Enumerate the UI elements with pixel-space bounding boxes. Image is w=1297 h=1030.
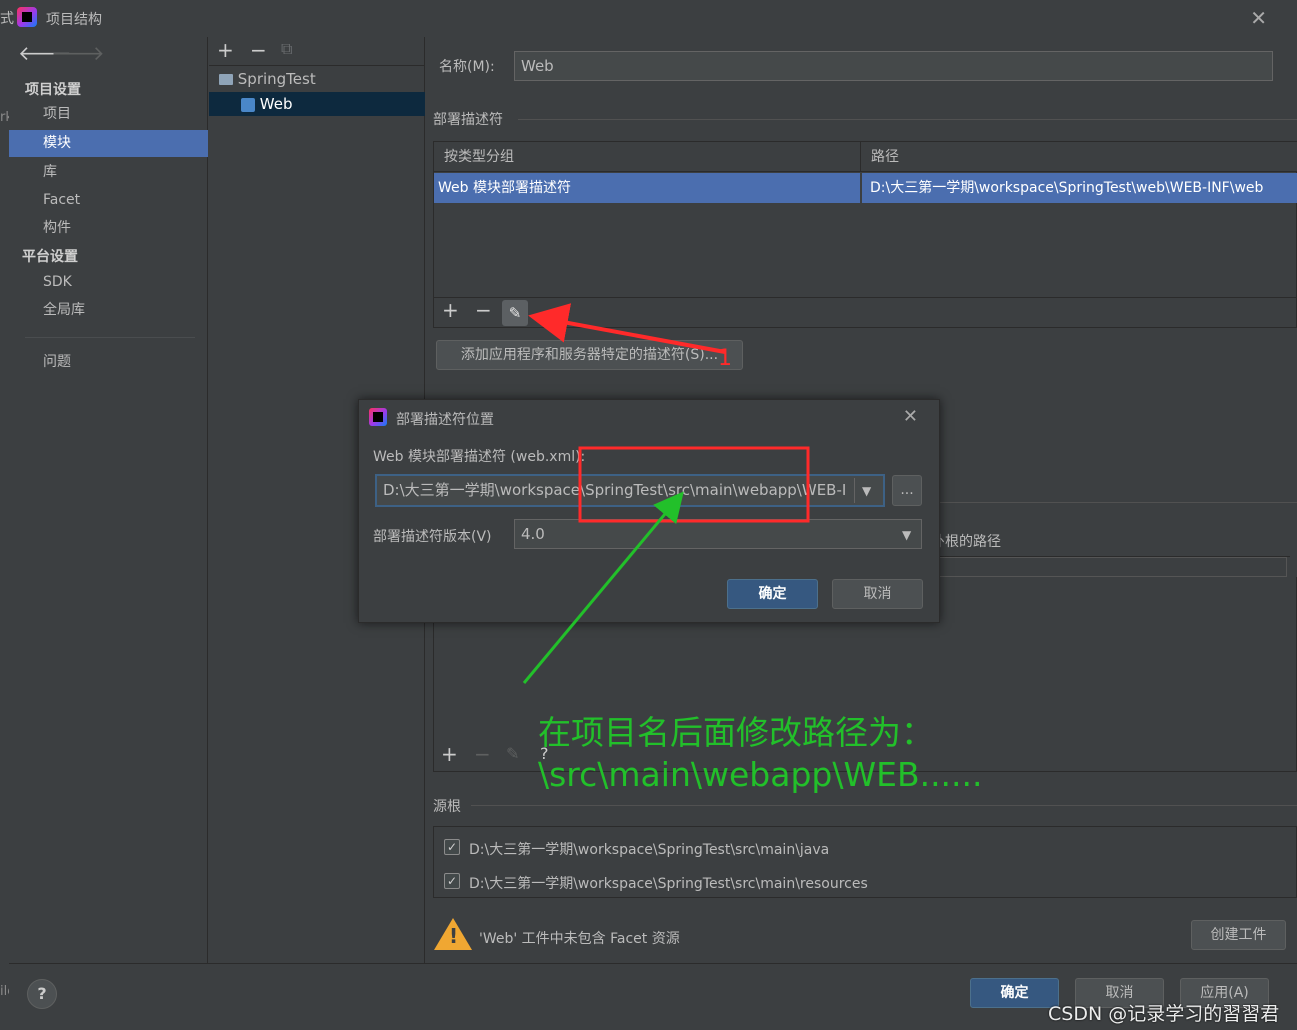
- annotation-instruction-line2: \src\main\webapp\WEB......: [538, 755, 983, 794]
- red-arrow: [528, 303, 726, 354]
- red-highlight-box: [578, 446, 810, 523]
- annotation-overlay: [522, 303, 810, 684]
- annotation-number: 1: [718, 346, 732, 371]
- watermark: CSDN @记录学习的習習君: [1048, 1003, 1280, 1025]
- green-arrow: [522, 491, 684, 684]
- annotation-instruction-line1: 在项目名后面修改路径为：: [538, 713, 934, 752]
